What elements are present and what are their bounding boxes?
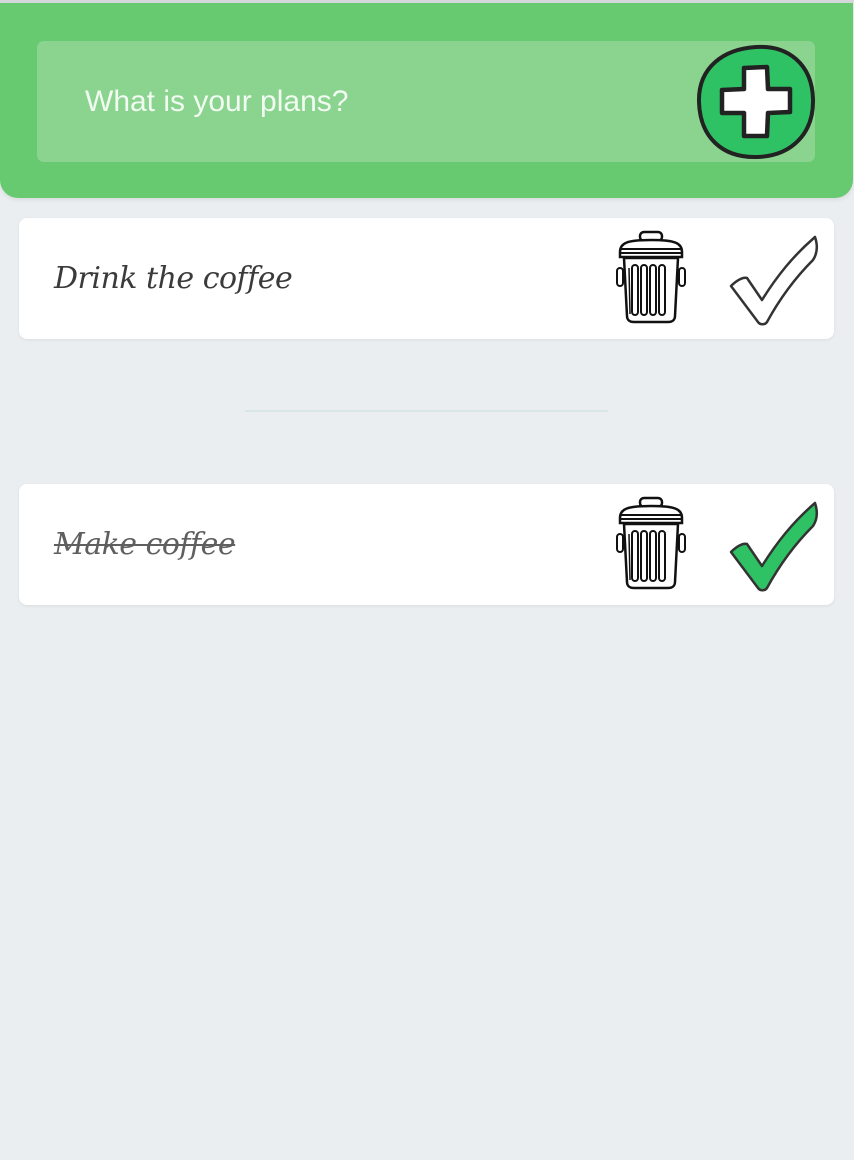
todo-text: Drink the coffee (54, 261, 293, 296)
todo-item: Drink the coffee (19, 218, 834, 339)
plus-icon (696, 44, 816, 160)
checkmark-filled-icon (729, 501, 818, 592)
trash-icon (616, 496, 686, 590)
todo-text: Make coffee (54, 527, 236, 562)
completed-item: Make coffee (19, 484, 834, 605)
checkmark-outline-icon (729, 235, 818, 326)
task-input[interactable] (37, 41, 697, 162)
complete-toggle[interactable] (727, 500, 819, 592)
delete-button[interactable] (615, 230, 687, 324)
divider (245, 410, 608, 412)
add-button[interactable] (696, 42, 816, 160)
trash-icon (616, 230, 686, 324)
complete-toggle[interactable] (727, 234, 819, 326)
delete-button[interactable] (615, 496, 687, 590)
